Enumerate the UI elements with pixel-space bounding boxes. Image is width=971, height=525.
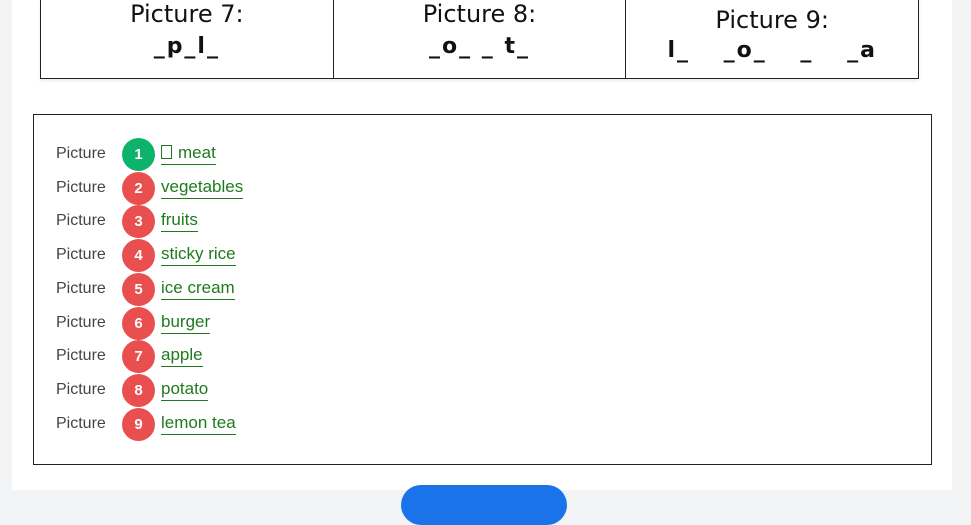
picture-9-clue: l_ _o_ _ _a (667, 38, 877, 63)
picture-8-title: Picture 8: (422, 0, 537, 28)
row-label: Picture (56, 314, 106, 331)
answer-row-1: Picture 1 meat (56, 137, 216, 171)
answer-input-5[interactable]: ice cream (161, 278, 235, 300)
picture-7-title: Picture 7: (130, 0, 244, 28)
picture-7-cell: Picture 7: _p_l_ (41, 0, 334, 78)
answer-input-7[interactable]: apple (161, 345, 203, 367)
row-label: Picture (56, 347, 106, 364)
answer-input-8[interactable]: potato (161, 379, 209, 401)
wrong-badge: 8 (122, 373, 155, 407)
answer-row-8: Picture 8 potato (56, 373, 209, 407)
row-label: Picture (56, 145, 106, 162)
wrong-badge: 9 (122, 407, 155, 441)
answer-input-2[interactable]: vegetables (161, 177, 244, 199)
worksheet-page: Picture 7: _p_l_ Picture 8: _o_ _ t_ Pic… (12, 0, 952, 525)
answer-row-4: Picture 4 sticky rice (56, 238, 236, 272)
answer-row-5: Picture 5 ice cream (56, 272, 235, 306)
wrong-badge: 7 (122, 339, 155, 373)
answer-input-9[interactable]: lemon tea (161, 413, 236, 435)
row-label: Picture (56, 415, 106, 432)
row-label: Picture (56, 381, 106, 398)
wrong-badge: 5 (122, 272, 155, 306)
answer-input-6[interactable]: burger (161, 312, 211, 334)
wrong-badge: 2 (122, 171, 155, 205)
row-label: Picture (56, 212, 106, 229)
answer-input-1[interactable]: meat (161, 143, 216, 165)
submit-button[interactable] (401, 485, 567, 525)
answer-results-box: Picture 1 meat Picture 2 vegetables Pict… (33, 114, 932, 465)
picture-8-clue: _o_ _ t_ (429, 34, 530, 59)
answer-row-2: Picture 2 vegetables (56, 171, 244, 205)
answer-input-3[interactable]: fruits (161, 210, 198, 232)
answer-row-9: Picture 9 lemon tea (56, 407, 236, 441)
wrong-badge: 4 (122, 238, 155, 272)
picture-9-cell: Picture 9: l_ _o_ _ _a (626, 0, 918, 78)
wrong-badge: 6 (122, 306, 155, 340)
answer-row-6: Picture 6 burger (56, 306, 211, 340)
row-label: Picture (56, 179, 106, 196)
picture-clue-table: Picture 7: _p_l_ Picture 8: _o_ _ t_ Pic… (40, 0, 919, 79)
picture-9-title: Picture 9: (715, 6, 829, 34)
answer-input-4[interactable]: sticky rice (161, 244, 236, 266)
checkbox-icon (161, 145, 172, 159)
correct-badge: 1 (122, 137, 155, 171)
picture-8-cell: Picture 8: _o_ _ t_ (334, 0, 627, 78)
answer-text: meat (178, 143, 216, 162)
wrong-badge: 3 (122, 204, 155, 238)
row-label: Picture (56, 246, 106, 263)
answer-row-3: Picture 3 fruits (56, 204, 198, 238)
picture-7-clue: _p_l_ (153, 34, 220, 59)
answer-row-7: Picture 7 apple (56, 339, 203, 373)
row-label: Picture (56, 280, 106, 297)
